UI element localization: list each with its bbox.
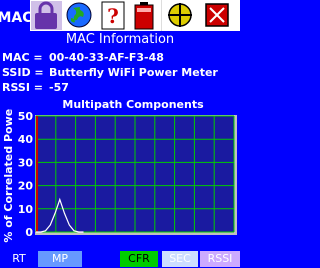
multipath-chart: % of Correlated Power 0 10 20 30 40 50 <box>2 108 237 243</box>
tab-rt[interactable]: RT <box>0 251 38 267</box>
battery-button[interactable] <box>128 0 161 31</box>
lock-button[interactable] <box>30 0 63 31</box>
close-icon <box>205 3 229 27</box>
y-tick-label: 20 <box>18 180 34 193</box>
mac-button[interactable]: MAC <box>0 0 33 31</box>
mac-logo-icon: MAC <box>0 10 33 26</box>
globe-button[interactable] <box>63 0 96 31</box>
tab-rssi[interactable]: RSSI <box>200 251 240 267</box>
crosshair-icon <box>168 3 192 27</box>
globe-icon <box>66 2 92 28</box>
ssid-row: SSID = Butterfly WiFi Power Meter <box>0 65 240 81</box>
y-tick-label: 10 <box>18 203 34 216</box>
chart-plot-area: 0 10 20 30 40 50 <box>18 110 237 239</box>
toolbar: MAC ? <box>0 0 240 31</box>
mac-label: MAC = <box>2 51 43 64</box>
y-axis-label: % of Correlated Power <box>2 108 15 243</box>
y-tick-label: 50 <box>18 110 34 123</box>
y-tick-label: 40 <box>18 133 34 146</box>
rssi-value: -57 <box>49 81 69 94</box>
rssi-row: RSSI = -57 <box>0 80 240 96</box>
ssid-label: SSID = <box>2 66 44 79</box>
tab-mp[interactable]: MP <box>38 251 82 267</box>
mac-logo-text: MAC <box>0 10 30 26</box>
tab-cfr[interactable]: CFR <box>120 251 158 267</box>
close-button[interactable] <box>196 0 240 31</box>
y-tick-label: 0 <box>25 226 33 239</box>
mac-row: MAC = 00-40-33-AF-F3-48 <box>0 50 240 66</box>
help-icon: ? <box>101 1 125 30</box>
tab-sec[interactable]: SEC <box>162 251 198 267</box>
crosshair-button[interactable] <box>161 0 196 31</box>
ssid-value: Butterfly WiFi Power Meter <box>49 66 218 79</box>
battery-icon <box>134 2 154 30</box>
mac-value: 00-40-33-AF-F3-48 <box>49 51 164 64</box>
help-button[interactable]: ? <box>96 0 128 31</box>
svg-text:?: ? <box>107 4 119 28</box>
lock-icon <box>35 1 57 29</box>
rssi-label: RSSI = <box>2 81 43 94</box>
y-tick-label: 30 <box>18 156 34 169</box>
window-title: MAC Information <box>0 31 240 48</box>
